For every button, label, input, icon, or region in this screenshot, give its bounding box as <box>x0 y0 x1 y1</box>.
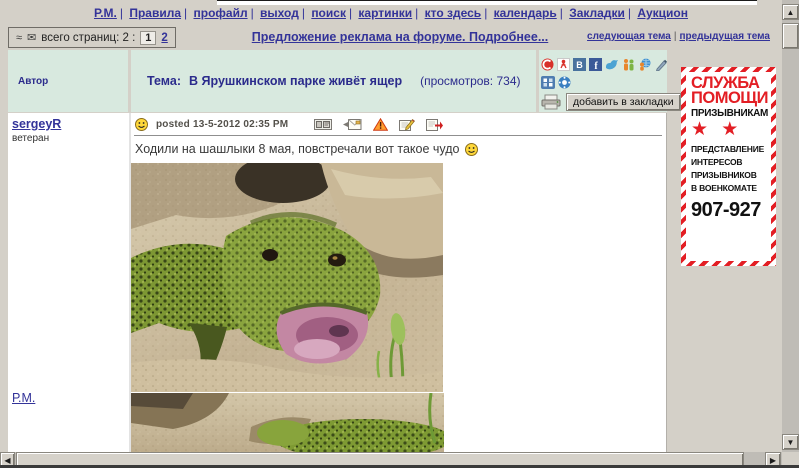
pages-label: всего страниц: 2 : <box>41 32 135 44</box>
scroll-down-button[interactable]: ▼ <box>782 434 799 450</box>
ad-phone-number: 907-927 <box>691 199 767 222</box>
twitter-bird-icon[interactable] <box>605 58 619 71</box>
gear-circle-share-icon[interactable] <box>558 76 571 89</box>
nav-link-rules[interactable]: Правила <box>129 6 181 20</box>
topic-label: Тема: <box>147 74 181 88</box>
vertical-scrollbar-track[interactable] <box>782 0 799 452</box>
bookmark-row: добавить в закладки <box>541 93 667 111</box>
nav-link-auction[interactable]: Аукцион <box>637 6 688 20</box>
ad-stars: ★ ★ <box>691 119 767 141</box>
post-body: Ходили на шашлыки 8 мая, повстречали вот… <box>135 142 478 156</box>
svg-text:В: В <box>576 60 583 70</box>
add-bookmark-button[interactable]: добавить в закладки <box>566 93 681 111</box>
edit-pencil-icon[interactable] <box>399 118 415 131</box>
ad-body-line2: ИНТЕРЕСОВ <box>691 157 767 167</box>
facebook-icon[interactable]: f <box>589 58 602 71</box>
top-cropped-field <box>217 0 757 5</box>
ad-subtitle: ПРИЗЫВНИКАМ <box>691 108 767 119</box>
post-divider <box>134 135 662 136</box>
ad-body-line1: ПРЕДСТАВЛЕНИЕ <box>691 144 767 154</box>
topic-navigation: следующая тема|предыдущая тема <box>587 31 770 42</box>
post-cell: posted 13-5-2012 02:35 PM Ходили на шашл… <box>131 113 667 452</box>
pm-card-icon[interactable] <box>314 118 332 131</box>
vertical-scrollbar-thumb[interactable] <box>782 23 799 49</box>
grid-window-share-icon[interactable] <box>541 76 555 89</box>
pm-author-link[interactable]: Р.М. <box>12 391 35 405</box>
ad-body-line4: В ВОЕНКОМАТЕ <box>691 183 767 193</box>
nav-link-bookmarks[interactable]: Закладки <box>569 6 625 20</box>
report-warning-icon[interactable] <box>373 118 388 131</box>
nav-link-images[interactable]: картинки <box>358 6 412 20</box>
smiley-icon <box>465 143 478 156</box>
nav-link-logout[interactable]: выход <box>260 6 299 20</box>
scroll-up-button[interactable]: ▲ <box>782 4 799 20</box>
quote-reply-icon[interactable] <box>426 118 443 131</box>
top-nav: Р.М.| Правила| профайл| выход| поиск| ка… <box>0 6 782 25</box>
pm-wave-icon[interactable]: ≈ <box>16 32 22 44</box>
ad-title-line2: ПОМОЩИ <box>691 91 767 106</box>
vkontakte-icon[interactable]: В <box>573 58 586 71</box>
next-topic-link[interactable]: следующая тема <box>587 31 671 42</box>
nav-separator: | <box>181 6 190 20</box>
author-header-label: Автор <box>18 76 48 87</box>
views-counter: (просмотров: 734) <box>420 74 520 88</box>
email-envelope-icon[interactable] <box>343 118 362 131</box>
post-date: posted 13-5-2012 02:35 PM <box>156 119 288 130</box>
nav-separator: | <box>346 6 355 20</box>
prev-topic-link[interactable]: предыдущая тема <box>679 31 770 42</box>
post-action-icons <box>314 118 443 131</box>
author-cell: sergeyR ветеран Р.М. <box>8 113 129 452</box>
post-image-lizard-body <box>131 393 444 452</box>
nav-separator: | <box>117 6 126 20</box>
post-author-rank: ветеран <box>12 133 129 144</box>
nav-link-calendar[interactable]: календарь <box>494 6 557 20</box>
post-author-link[interactable]: sergeyR <box>12 117 61 131</box>
share-icons-row-1: В f <box>541 56 667 72</box>
nav-link-who-is-here[interactable]: кто здесь <box>425 6 482 20</box>
nav-separator: | <box>299 6 308 20</box>
person-share-icon[interactable] <box>557 58 570 71</box>
nav-link-profile[interactable]: профайл <box>193 6 247 20</box>
people-pair-share-icon[interactable] <box>622 58 635 71</box>
topic-title: В Ярушкинском парке живёт ящер <box>189 74 402 88</box>
share-icons-row-2 <box>541 74 667 90</box>
printer-icon[interactable] <box>541 94 561 110</box>
nav-separator: | <box>625 6 634 20</box>
author-column-header: Автор <box>8 50 128 112</box>
nav-separator: | <box>481 6 490 20</box>
nav-separator: | <box>248 6 257 20</box>
sidebar-ad[interactable]: СЛУЖБА ПОМОЩИ ПРИЗЫВНИКАМ ★ ★ ПРЕДСТАВЛЕ… <box>681 67 776 266</box>
topic-header: Тема: В Ярушкинском парке живёт ящер (пр… <box>131 50 536 112</box>
nav-link-pm[interactable]: Р.М. <box>94 6 117 20</box>
post-image-lizard-head <box>131 163 443 392</box>
nav-separator: | <box>557 6 566 20</box>
nav-separator: | <box>412 6 421 20</box>
ad-content: СЛУЖБА ПОМОЩИ ПРИЗЫВНИКАМ ★ ★ ПРЕДСТАВЛЕ… <box>686 72 771 261</box>
ad-body-line3: ПРИЗЫВНИКОВ <box>691 170 767 180</box>
forum-page: Р.М.| Правила| профайл| выход| поиск| ка… <box>0 0 799 468</box>
topic-tools: В f добавить в закладки <box>539 50 667 112</box>
post-body-text: Ходили на шашлыки 8 мая, повстречали вот… <box>135 142 460 156</box>
post-header-bar: posted 13-5-2012 02:35 PM <box>135 116 443 132</box>
nav-link-search[interactable]: поиск <box>311 6 346 20</box>
red-circle-share-icon[interactable] <box>541 58 554 71</box>
pencil-share-icon[interactable] <box>654 58 668 71</box>
smiley-icon <box>135 118 148 131</box>
pm-mail-icon[interactable]: ✉ <box>27 31 36 44</box>
user-globe-share-icon[interactable] <box>638 58 651 71</box>
